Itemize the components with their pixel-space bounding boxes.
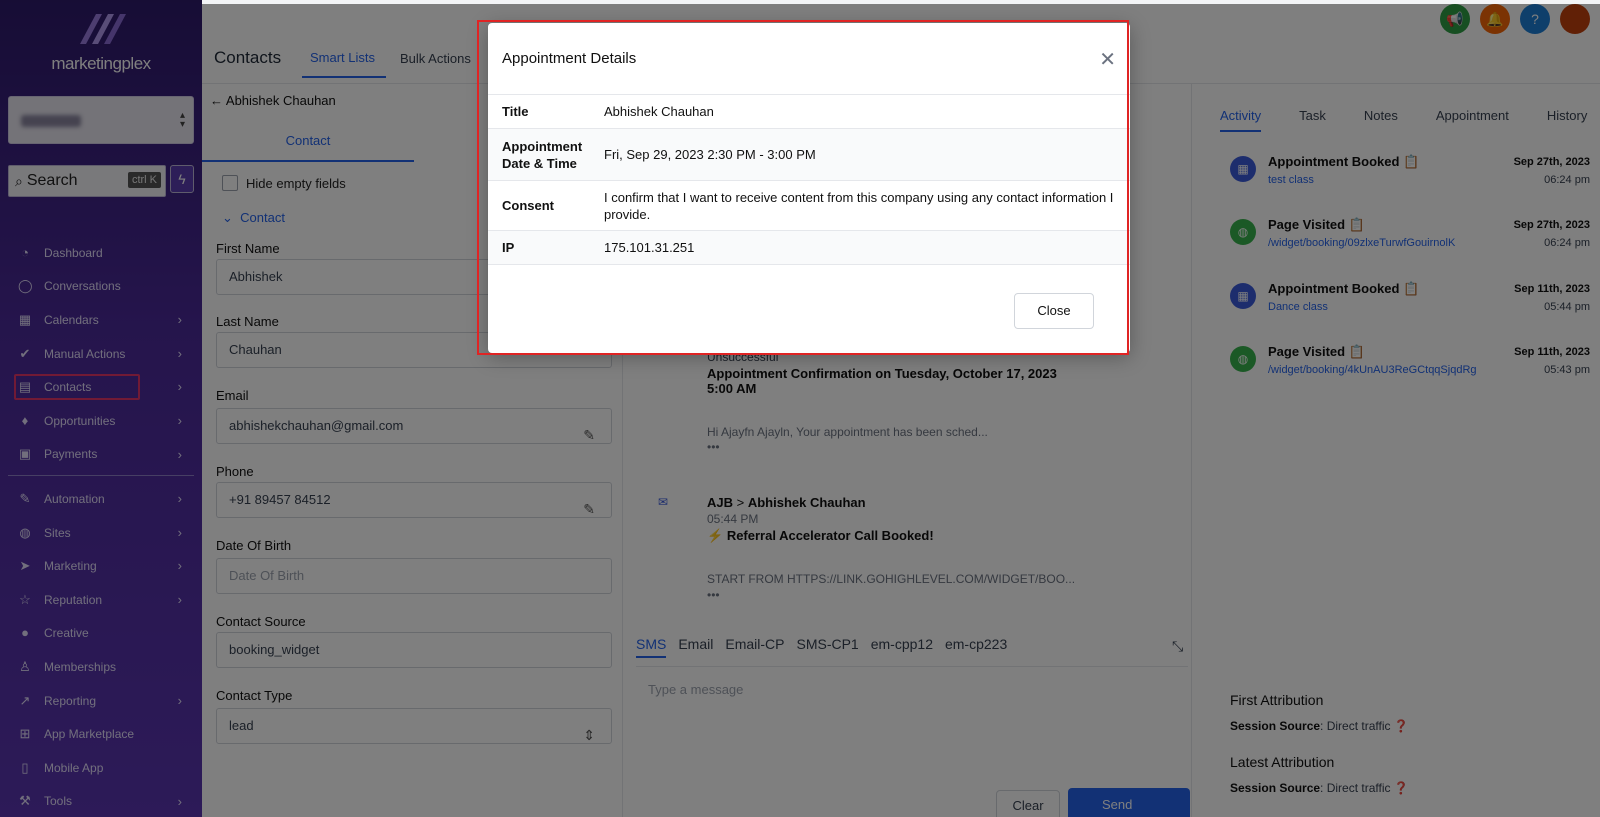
modal-highlight-box — [477, 20, 1129, 355]
page-top-strip — [202, 0, 1600, 4]
